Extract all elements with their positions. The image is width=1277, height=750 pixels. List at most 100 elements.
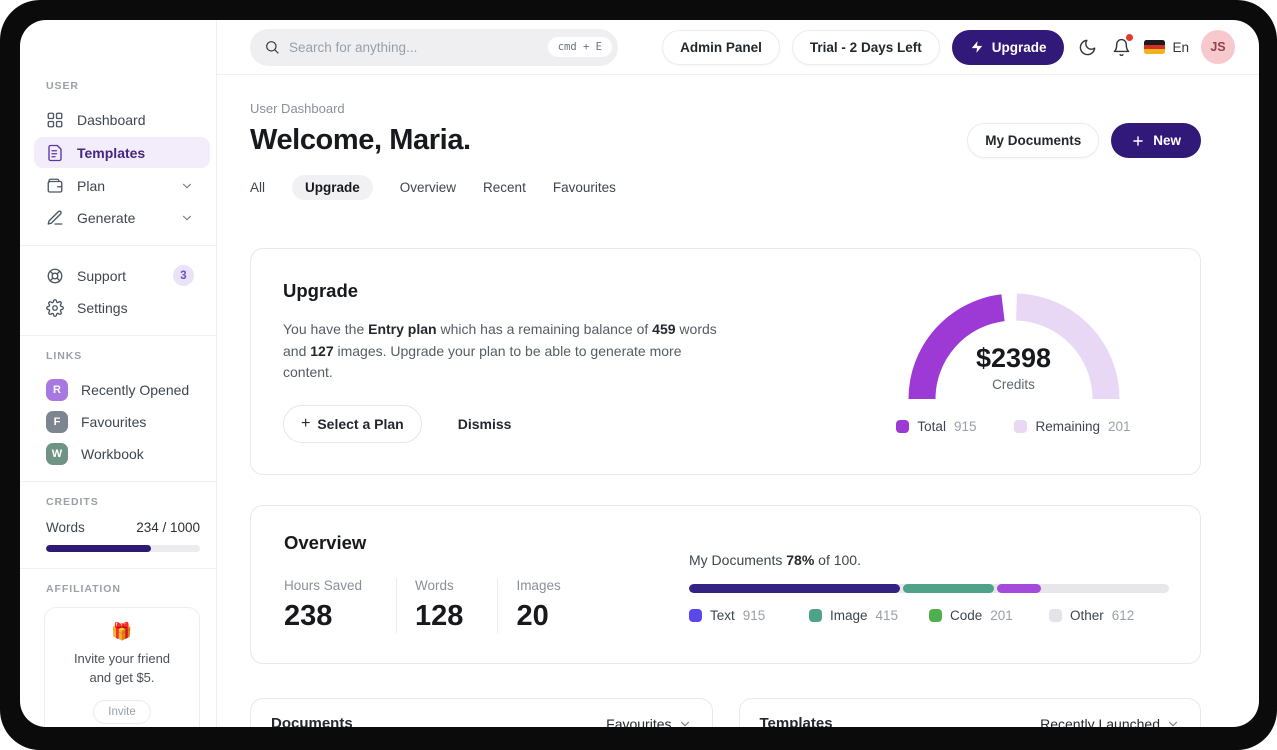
chevron-down-icon	[180, 179, 194, 193]
tab-all[interactable]: All	[250, 175, 265, 200]
credits-value: 234 / 1000	[136, 520, 200, 535]
overview-card-title: Overview	[284, 532, 367, 554]
upgrade-button-label: Upgrade	[991, 39, 1047, 55]
language-selector[interactable]: En	[1144, 40, 1189, 55]
sidebar-item-generate[interactable]: Generate	[44, 202, 202, 233]
grid-icon	[46, 111, 64, 129]
legend-value: 915	[953, 419, 977, 435]
legend-label: Remaining	[1035, 419, 1101, 435]
overview-card: Overview Hours Saved 238 Words 128 Image…	[250, 505, 1201, 665]
legend-swatch	[809, 609, 822, 623]
sidebar-item-label: Workbook	[81, 445, 144, 462]
stat-value: 20	[516, 600, 549, 633]
sidebar-item-label: Support	[77, 267, 127, 284]
german-flag-icon	[1144, 40, 1166, 54]
admin-panel-button[interactable]: Admin Panel	[662, 29, 780, 65]
trial-status-button[interactable]: Trial - 2 Days Left	[791, 29, 940, 65]
chevron-down-icon	[1166, 717, 1180, 727]
sidebar: USER Dashboard Templates Plan Generate S…	[20, 20, 217, 727]
sidebar-link-workbook[interactable]: W Workbook	[44, 438, 202, 469]
life-buoy-icon	[46, 267, 64, 285]
topbar: cmd + E Admin Panel Trial - 2 Days Left …	[217, 20, 1259, 75]
templates-filter-dropdown[interactable]: Recently Launched	[1040, 716, 1180, 727]
sidebar-item-label: Settings	[77, 299, 128, 316]
sidebar-item-label: Recently Opened	[81, 381, 190, 398]
sidebar-link-favourites[interactable]: F Favourites	[44, 406, 202, 437]
legend-item-remaining: Remaining 201	[1014, 419, 1131, 435]
sidebar-item-support[interactable]: Support 3	[44, 260, 202, 291]
stat-words: Words 128	[396, 578, 497, 634]
sidebar-divider	[20, 335, 216, 336]
select-plan-button[interactable]: + Select a Plan	[283, 405, 422, 444]
notification-dot	[1126, 34, 1134, 41]
legend-value: 612	[1111, 608, 1135, 624]
plus-icon	[1131, 134, 1145, 148]
upgrade-card-body: You have the Entry plan which has a rema…	[283, 321, 717, 381]
affiliation-text-line2: and get $5.	[89, 669, 155, 685]
legend-value: 201	[1108, 419, 1131, 435]
sidebar-item-dashboard[interactable]: Dashboard	[44, 104, 202, 135]
main-content: User Dashboard Welcome, Maria. My Docume…	[217, 75, 1259, 727]
templates-card-title: Templates	[759, 715, 833, 727]
legend-item-total: Total 915	[896, 419, 976, 434]
chevron-down-icon	[678, 717, 692, 727]
legend-swatch	[1014, 420, 1028, 434]
search-icon	[264, 39, 280, 55]
search-bar[interactable]: cmd + E	[250, 28, 618, 66]
documents-stacked-bar	[689, 584, 1169, 594]
sidebar-item-label: Templates	[77, 144, 146, 161]
stat-images: Images 20	[497, 578, 594, 634]
sidebar-section-credits: CREDITS	[46, 496, 99, 508]
invite-button[interactable]: Invite	[93, 699, 151, 724]
legend-label: Other	[1070, 608, 1104, 624]
documents-legend: Text 915 Image 415 Code 201 Other 612	[689, 608, 1169, 623]
sidebar-link-recently-opened[interactable]: R Recently Opened	[44, 374, 202, 405]
legend-swatch	[929, 609, 942, 623]
my-documents-button[interactable]: My Documents	[967, 123, 1100, 158]
gift-icon: 🎁	[111, 622, 133, 641]
tab-overview[interactable]: Overview	[400, 175, 456, 200]
bar-segment-code	[997, 584, 1041, 594]
notifications-button[interactable]	[1110, 34, 1134, 58]
legend-label: Code	[950, 608, 983, 624]
templates-filter-label: Recently Launched	[1040, 715, 1160, 727]
pencil-icon	[46, 209, 64, 227]
tab-recent[interactable]: Recent	[483, 175, 526, 200]
avatar[interactable]: JS	[1201, 30, 1235, 64]
legend-value: 415	[875, 608, 899, 624]
upgrade-button[interactable]: Upgrade	[951, 29, 1065, 65]
stat-value: 238	[284, 600, 333, 633]
tab-favourites[interactable]: Favourites	[553, 175, 616, 200]
search-shortcut-badge: cmd + E	[547, 37, 612, 57]
legend-item-code: Code 201	[929, 608, 1049, 623]
dismiss-button[interactable]: Dismiss	[458, 416, 512, 432]
sidebar-item-templates[interactable]: Templates	[34, 137, 210, 168]
gauge-value: $2398	[975, 343, 1052, 374]
sidebar-divider	[20, 481, 216, 482]
bar-segment-text	[689, 584, 901, 594]
support-count-badge: 3	[173, 265, 194, 286]
upgrade-card-title: Upgrade	[283, 280, 359, 301]
sidebar-item-settings[interactable]: Settings	[44, 292, 202, 323]
new-button-label: New	[1153, 133, 1181, 148]
documents-filter-label: Favourites	[606, 715, 672, 727]
documents-filter-dropdown[interactable]: Favourites	[606, 716, 691, 727]
tab-upgrade[interactable]: Upgrade	[292, 175, 373, 200]
stat-hours-saved: Hours Saved 238	[284, 578, 396, 633]
legend-label: Image	[830, 608, 868, 624]
stat-label: Words	[415, 578, 454, 594]
legend-swatch	[689, 609, 702, 623]
sidebar-divider	[20, 568, 216, 569]
search-input[interactable]	[289, 39, 539, 55]
new-button[interactable]: New	[1111, 123, 1201, 158]
dark-mode-toggle[interactable]	[1076, 36, 1098, 58]
templates-card: Templates Recently Launched Blog Post Ti…	[738, 698, 1201, 727]
sidebar-item-plan[interactable]: Plan	[44, 170, 202, 201]
sidebar-item-label: Plan	[77, 177, 106, 194]
stat-label: Hours Saved	[284, 578, 363, 594]
sidebar-item-label: Dashboard	[77, 111, 146, 128]
wallet-icon	[46, 177, 64, 195]
credits-gauge-chart: $2398 Credits	[899, 287, 1129, 407]
sidebar-item-label: Favourites	[81, 413, 147, 430]
sidebar-section-affiliation: AFFILIATION	[46, 583, 121, 595]
